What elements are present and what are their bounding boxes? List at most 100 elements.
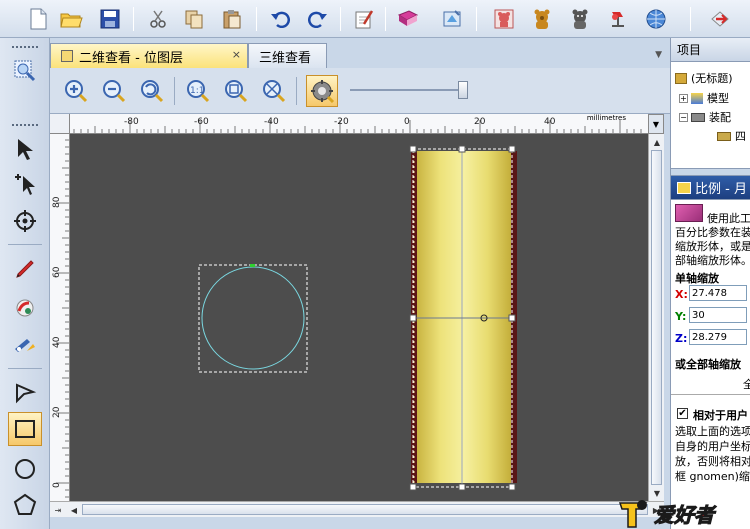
exit-icon[interactable] xyxy=(706,5,734,33)
library-book-icon[interactable] xyxy=(394,5,422,33)
horizontal-scroll-thumb[interactable] xyxy=(82,504,648,515)
settings-wizard-icon[interactable] xyxy=(438,5,466,33)
tree-item-assembly[interactable]: − 装配 xyxy=(679,109,731,125)
canvas-svg xyxy=(198,145,517,491)
handle-bl[interactable] xyxy=(409,483,417,491)
v-ruler-label: 0 xyxy=(52,482,62,488)
node-edit-icon[interactable] xyxy=(8,168,42,202)
circle-shape[interactable] xyxy=(198,264,308,373)
single-axis-label: 单轴缩放 xyxy=(675,272,719,285)
copy-icon[interactable] xyxy=(180,5,208,33)
zoom-slider-track[interactable] xyxy=(350,89,468,91)
pencil-icon[interactable] xyxy=(8,252,42,286)
cylinder-body[interactable] xyxy=(409,145,517,491)
polygon-tool-icon[interactable] xyxy=(8,488,42,522)
y-axis-label: Y: xyxy=(675,310,687,323)
tab-3d-view[interactable]: 三维查看 xyxy=(248,43,327,68)
scroll-up-arrow[interactable]: ▲ xyxy=(649,134,665,150)
expand-icon[interactable]: + xyxy=(679,93,688,103)
relative-desc-line-1: 选取上面的选项 xyxy=(675,425,750,438)
tab-2d-view[interactable]: 二维查看 - 位图层 × xyxy=(50,43,248,68)
bear-2-icon[interactable] xyxy=(528,5,556,33)
zoom-slider-thumb[interactable] xyxy=(458,81,468,99)
tree-item-child-label: 四 xyxy=(735,130,746,143)
select-arrow-icon[interactable] xyxy=(8,132,42,166)
measure-tool-icon[interactable] xyxy=(8,328,42,362)
ruler-corner xyxy=(50,114,70,134)
angle-tool-icon[interactable] xyxy=(8,376,42,410)
vertical-scrollbar[interactable]: ▲ ▼ xyxy=(648,134,664,501)
vertical-scroll-thumb[interactable] xyxy=(651,150,662,485)
collapse-icon[interactable]: − xyxy=(679,112,688,122)
part-icon xyxy=(717,131,731,141)
h-ruler-label: -20 xyxy=(334,117,349,127)
model-icon xyxy=(691,92,703,104)
tree-item-untitled[interactable]: (无标题) xyxy=(675,70,733,86)
tree-item-model[interactable]: + 模型 xyxy=(679,90,729,106)
open-folder-icon[interactable] xyxy=(57,5,85,33)
relative-checkbox[interactable]: ✔ xyxy=(677,408,688,419)
render-icon[interactable] xyxy=(604,5,632,33)
toolbar-grip[interactable] xyxy=(12,46,38,48)
tab-2d-view-label: 二维查看 - 位图层 xyxy=(79,50,183,66)
relative-checkbox-label: 相对于用户 xyxy=(693,409,748,422)
circle-tool-icon[interactable] xyxy=(8,452,42,486)
handle-br[interactable] xyxy=(508,483,516,491)
svg-text:1:1: 1:1 xyxy=(190,86,204,96)
new-file-icon[interactable] xyxy=(24,5,52,33)
z-axis-label: Z: xyxy=(675,332,688,345)
tree-item-child[interactable]: 四 xyxy=(717,128,746,144)
folder-icon xyxy=(675,72,687,84)
scale-y-input[interactable] xyxy=(689,307,747,323)
tab-doc-icon xyxy=(61,50,73,62)
tab-close-icon[interactable]: × xyxy=(232,48,241,61)
handle-mr[interactable] xyxy=(508,314,516,322)
paint-brush-icon[interactable] xyxy=(8,290,42,324)
tree-item-model-label: 模型 xyxy=(707,92,729,105)
circle-handle-top[interactable] xyxy=(250,264,255,267)
bear-icon[interactable] xyxy=(490,5,518,33)
cylinder-gold-face xyxy=(417,151,511,483)
tab-3d-view-label: 三维查看 xyxy=(259,50,312,66)
transform-tool-icon[interactable] xyxy=(8,204,42,238)
v-ruler-label: 20 xyxy=(52,406,62,418)
gallery-icon[interactable] xyxy=(566,5,594,33)
zoom-1to1-icon[interactable]: 1:1 xyxy=(182,75,214,107)
handle-ml[interactable] xyxy=(409,314,417,322)
zoom-previous-icon[interactable] xyxy=(136,75,168,107)
scale-x-input[interactable] xyxy=(689,285,747,301)
tab-dropdown-icon[interactable]: ▼ xyxy=(655,50,662,60)
toolbar-grip-2[interactable] xyxy=(12,124,38,126)
globe-icon[interactable] xyxy=(642,5,670,33)
rectangle-tool-icon[interactable] xyxy=(8,412,42,446)
handle-tr[interactable] xyxy=(508,145,516,153)
zoom-fit-icon[interactable] xyxy=(220,75,252,107)
horizontal-scrollbar[interactable]: ⇥ ◀ ▶ xyxy=(50,501,664,517)
redo-icon[interactable] xyxy=(304,5,332,33)
h-ruler-label: 0 xyxy=(404,117,410,127)
h-ruler-label: -80 xyxy=(124,117,139,127)
panel-splitter[interactable] xyxy=(671,168,750,176)
view-settings-gear-icon[interactable] xyxy=(306,75,338,107)
h-ruler-label: 40 xyxy=(544,117,556,127)
handle-tl[interactable] xyxy=(409,145,417,153)
scroll-first-button[interactable]: ⇥ xyxy=(50,502,66,518)
scroll-left-arrow[interactable]: ◀ xyxy=(66,502,82,518)
all-axis-value[interactable]: 全 xyxy=(743,376,750,392)
zoom-all-icon[interactable] xyxy=(258,75,290,107)
cut-icon[interactable] xyxy=(144,5,172,33)
save-icon[interactable] xyxy=(96,5,124,33)
zoom-in-icon[interactable] xyxy=(60,75,92,107)
zoom-out-icon[interactable] xyxy=(98,75,130,107)
handle-bm[interactable] xyxy=(458,483,466,491)
h-ruler-label: -60 xyxy=(194,117,209,127)
drawing-canvas[interactable] xyxy=(70,134,648,501)
paste-icon[interactable] xyxy=(218,5,246,33)
view-toolbar: 1:1 xyxy=(50,68,670,114)
edit-notes-icon[interactable] xyxy=(350,5,378,33)
zoom-window-icon[interactable] xyxy=(8,54,42,88)
undo-icon[interactable] xyxy=(266,5,294,33)
ruler-menu-button[interactable]: ▼ xyxy=(648,114,664,134)
handle-tm[interactable] xyxy=(458,145,466,153)
scale-z-input[interactable] xyxy=(689,329,747,345)
